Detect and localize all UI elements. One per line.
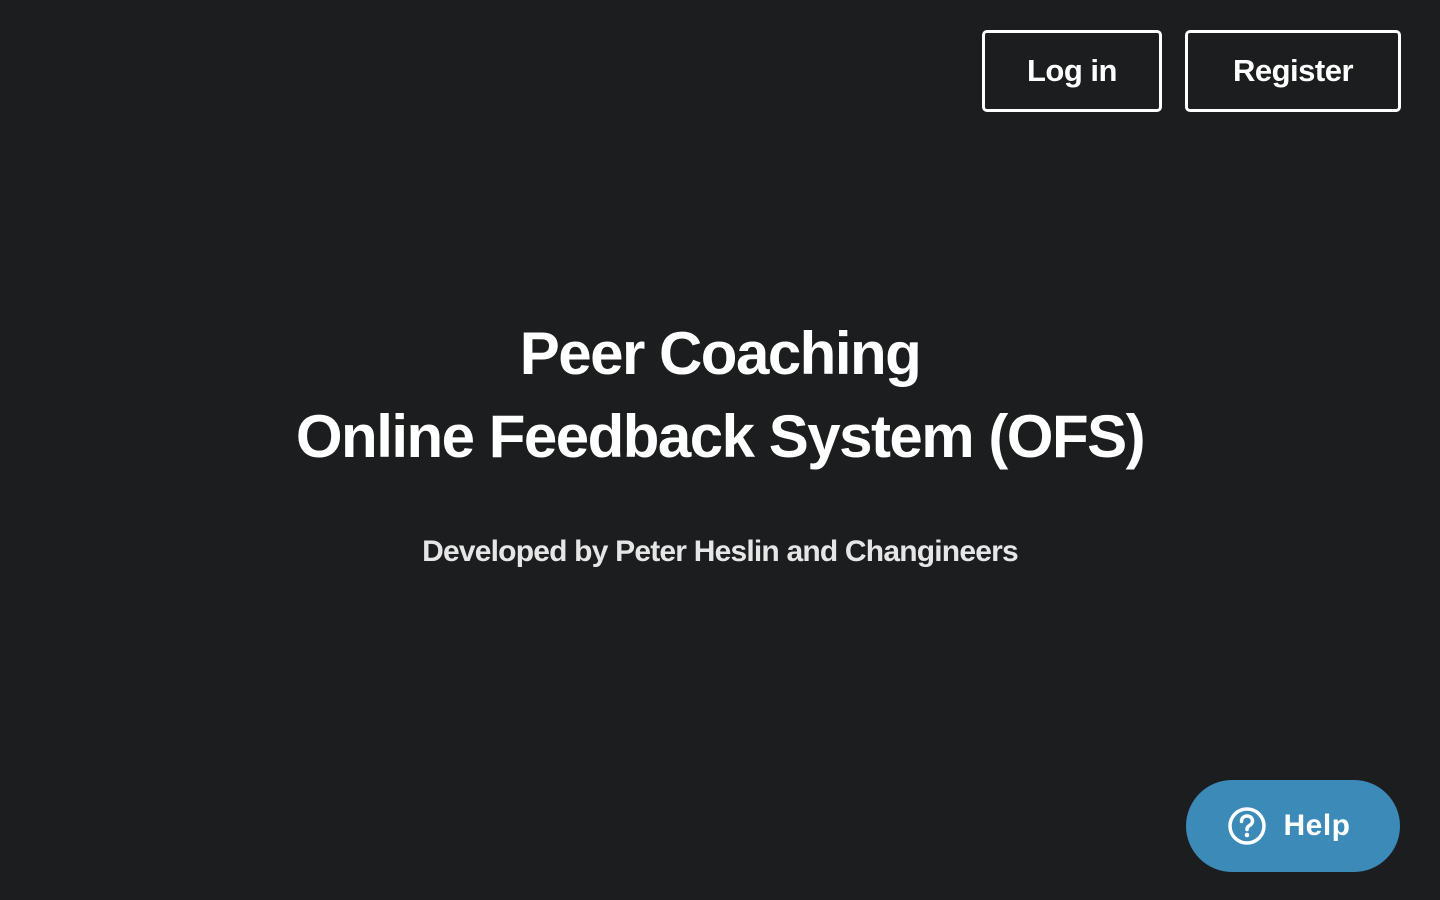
hero-section: Peer Coaching Online Feedback System (OF… [0,312,1440,569]
register-button[interactable]: Register [1185,30,1401,112]
title-line-2: Online Feedback System (OFS) [295,403,1146,470]
help-button[interactable]: Help [1186,780,1400,872]
landing-page: Log in Register Peer Coaching Online Fee… [0,0,1440,900]
title-line-1: Peer Coaching [519,320,922,387]
developer-credit: Developed by Peter Heslin and Changineer… [422,535,1019,568]
help-label: Help [1283,809,1351,842]
auth-nav: Log in Register [982,30,1401,112]
question-circle-icon [1227,806,1267,846]
login-button[interactable]: Log in [982,30,1162,112]
page-title: Peer Coaching Online Feedback System (OF… [0,312,1440,478]
